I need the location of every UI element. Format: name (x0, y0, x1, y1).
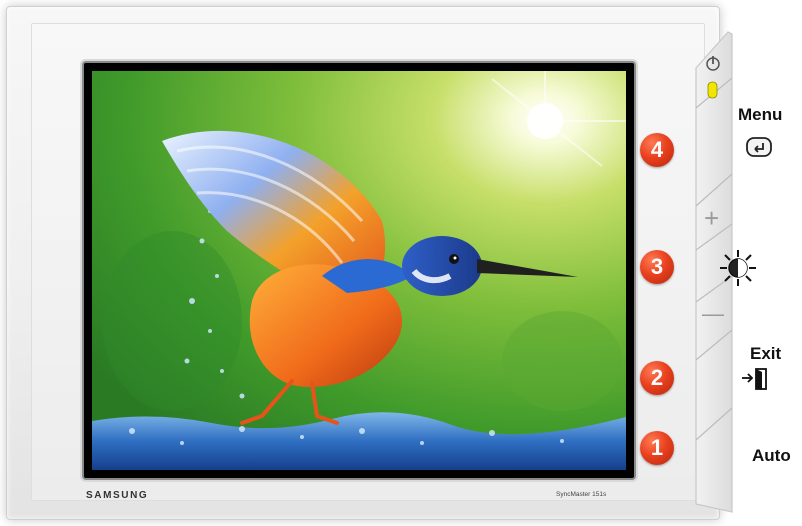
power-button[interactable] (700, 48, 726, 104)
kingfisher-image (92, 71, 626, 470)
badge-4: 4 (640, 133, 674, 167)
plus-button[interactable]: + (698, 196, 732, 244)
minus-symbol: — (702, 301, 724, 326)
auto-label: Auto (752, 446, 791, 465)
auto-button[interactable] (698, 424, 732, 484)
menu-button[interactable] (698, 120, 732, 178)
badge-1: 1 (640, 431, 674, 465)
badge-3: 3 (640, 250, 674, 284)
exit-door-icon (740, 366, 770, 397)
led-indicator (707, 81, 718, 99)
monitor-screen (84, 63, 634, 478)
badge-2: 2 (640, 361, 674, 395)
brand-logo: SAMSUNG (86, 490, 149, 501)
brightness-icon (718, 248, 758, 293)
exit-label: Exit (750, 344, 782, 363)
exit-button[interactable] (698, 346, 732, 408)
enter-icon (745, 136, 773, 163)
model-name: SyncMaster 151s (556, 491, 607, 498)
minus-button[interactable]: — (698, 292, 732, 338)
power-icon (706, 56, 720, 99)
menu-label: Menu (738, 105, 783, 124)
monitor-control-diagram: SAMSUNG SyncMaster 151s 4 Menu + 3 — 2 E… (0, 0, 802, 526)
plus-symbol: + (704, 203, 720, 233)
